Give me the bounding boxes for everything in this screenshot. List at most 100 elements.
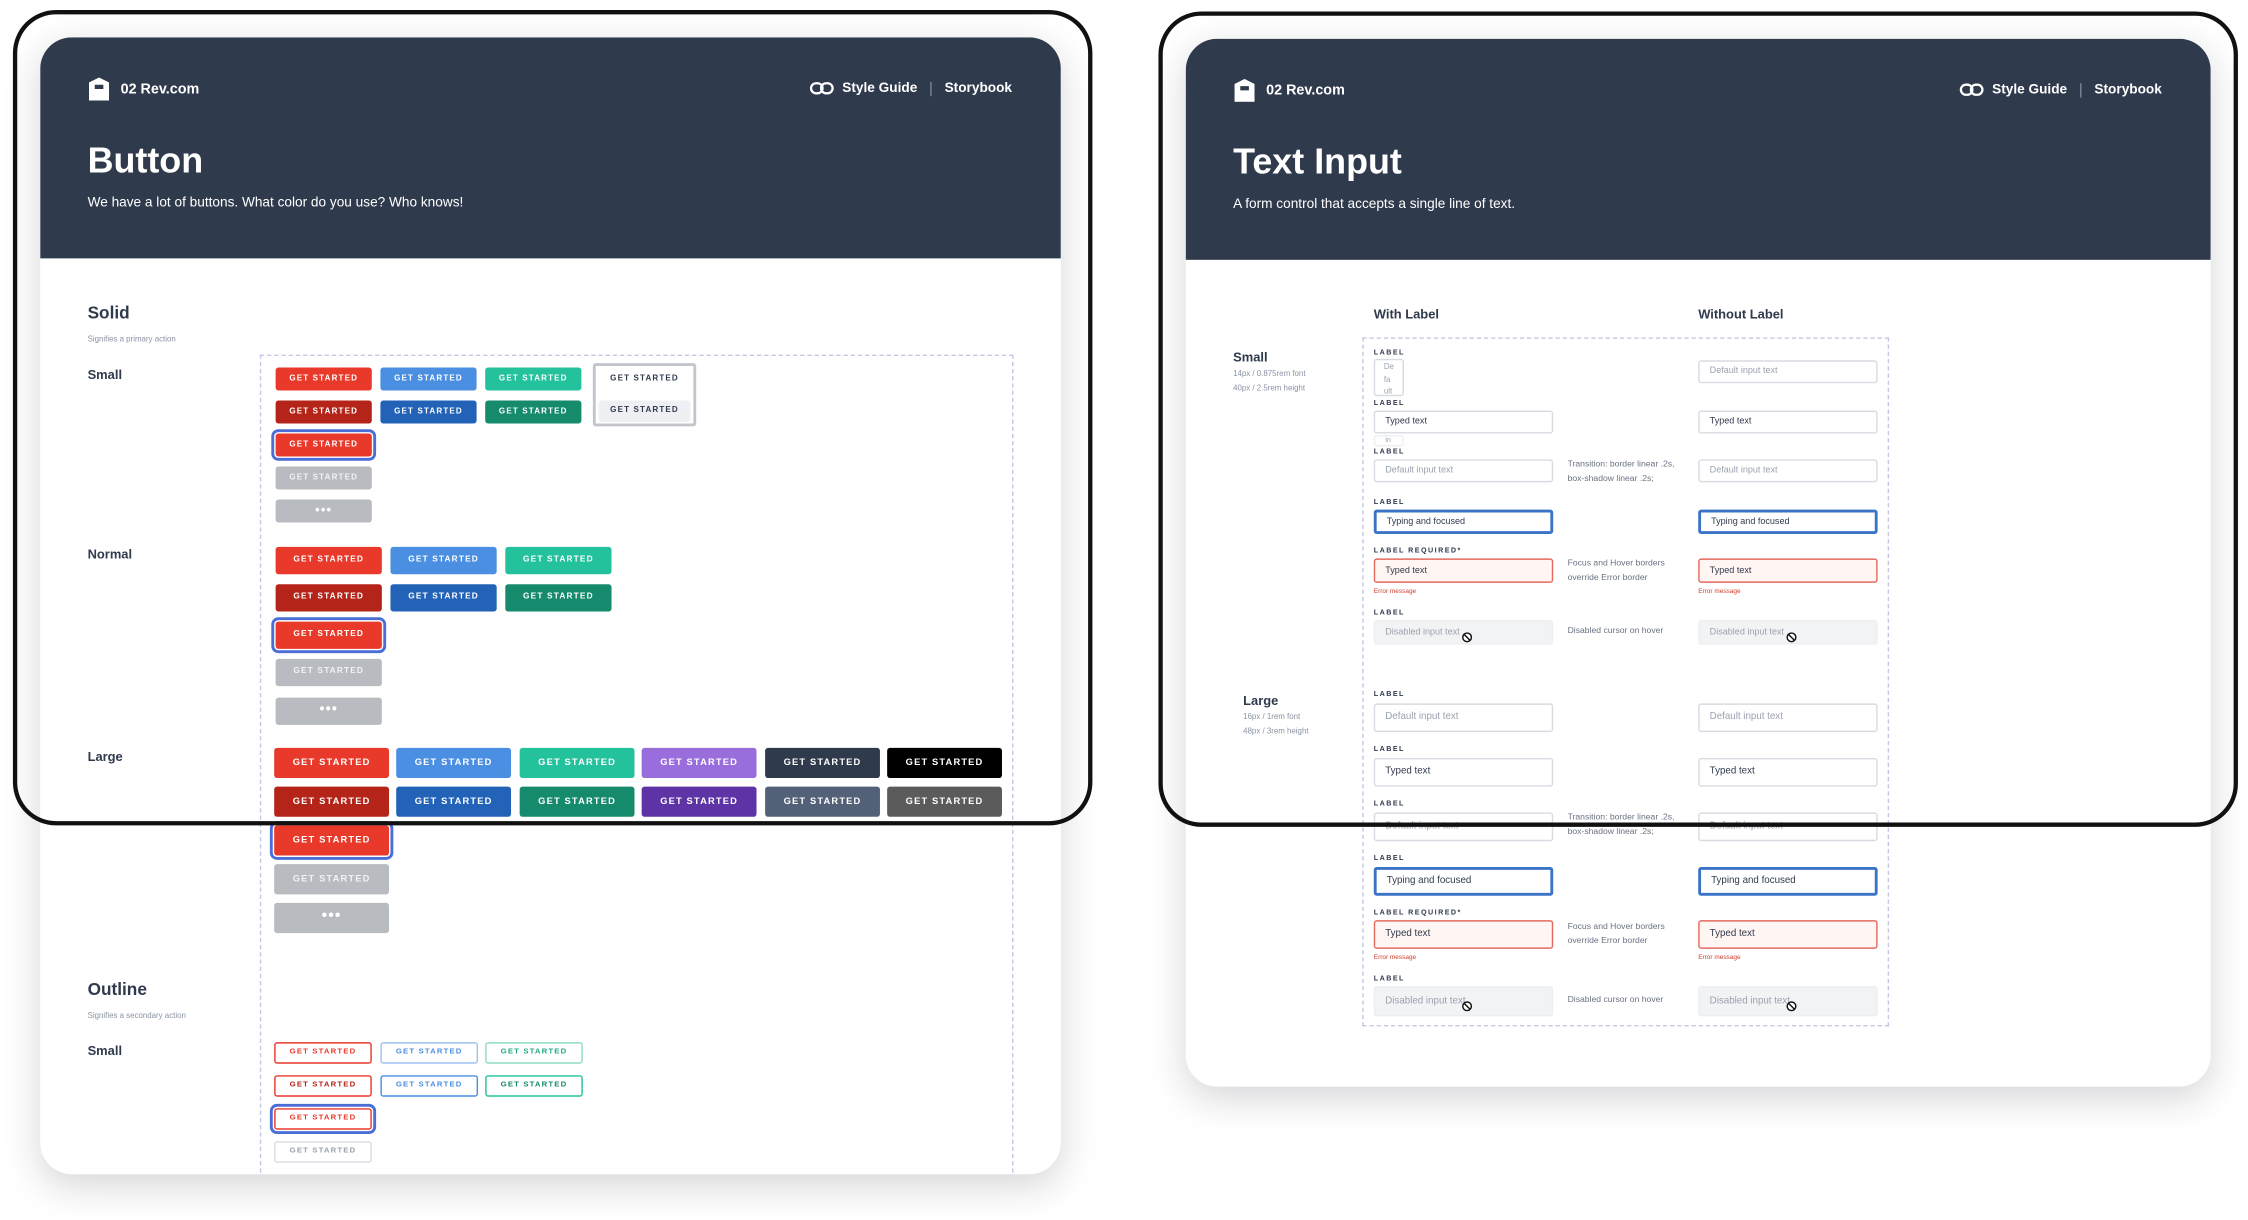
solid-large-navy-pressed-button[interactable]: GET STARTED xyxy=(765,786,880,817)
field-label: LABEL xyxy=(1373,690,1405,700)
large-spec-height: 48px / 3rem height xyxy=(1243,727,1309,737)
field-label: LABEL xyxy=(1373,854,1405,863)
small-focused-input[interactable]: Typing and focused xyxy=(1373,509,1554,535)
large-typed-input[interactable]: Typed text xyxy=(1373,757,1554,787)
nav-storybook[interactable]: Storybook xyxy=(945,80,1012,96)
narrow-default-input[interactable]: De fa ult xyxy=(1373,358,1404,397)
outline-small-disabled-button[interactable]: GET STARTED xyxy=(274,1141,372,1163)
outline-small-red-hover-button[interactable]: GET STARTED xyxy=(274,1075,372,1097)
solid-large-purple-pressed-button[interactable]: GET STARTED xyxy=(641,786,757,817)
large-focused-input[interactable]: Typing and focused xyxy=(1373,867,1554,896)
solid-normal-red-focused-button[interactable]: GET STARTED xyxy=(275,621,382,649)
field-label: LABEL xyxy=(1373,745,1405,754)
fragment: fa xyxy=(1383,375,1391,384)
solid-normal-teal-pressed-button[interactable]: GET STARTED xyxy=(505,584,612,612)
solid-large-red-button[interactable]: GET STARTED xyxy=(274,747,390,779)
focus-note: Focus and Hover borders override Error bo… xyxy=(1568,920,1665,949)
brand-name: 02 Rev.com xyxy=(120,81,200,97)
column-header-with-label: With Label xyxy=(1373,307,1439,322)
narrow-default-input-tail[interactable]: in xyxy=(1373,434,1404,447)
large-default-input-nolabel-2[interactable]: Default input text xyxy=(1698,812,1878,842)
solid-small-teal-button[interactable]: GET STARTED xyxy=(485,367,582,391)
header-nav: Style Guide Storybook xyxy=(1959,82,2162,98)
outline-small-red-focused-button[interactable]: GET STARTED xyxy=(274,1108,372,1130)
note-line: override Error border xyxy=(1567,937,1648,946)
nav-style-guide[interactable]: Style Guide xyxy=(842,80,917,96)
solid-large-teal-pressed-button[interactable]: GET STARTED xyxy=(519,786,635,817)
rev-logo-icon xyxy=(89,77,110,101)
brand-logo[interactable]: 02 Rev.com xyxy=(1234,78,1345,102)
solid-small-blue-button[interactable]: GET STARTED xyxy=(380,367,477,391)
solid-normal-teal-button[interactable]: GET STARTED xyxy=(505,546,612,575)
section-subtitle-outline: Signifies a secondary action xyxy=(87,1012,186,1021)
field-label: LABEL xyxy=(1373,974,1405,984)
solid-small-white-button[interactable]: GET STARTED xyxy=(598,368,691,391)
note-line: Transition: border linear .2s, xyxy=(1567,460,1675,470)
not-allowed-cursor-icon xyxy=(1786,632,1797,643)
brand-logo[interactable]: 02 Rev.com xyxy=(89,77,200,101)
field-label: LABEL xyxy=(1373,399,1405,408)
solid-small-loading-button[interactable]: ••• xyxy=(275,499,372,523)
solid-large-red-focused-button[interactable]: GET STARTED xyxy=(274,825,390,856)
solid-normal-red-button[interactable]: GET STARTED xyxy=(275,546,382,575)
small-focused-input-nolabel[interactable]: Typing and focused xyxy=(1698,509,1878,535)
outline-small-blue-button[interactable]: GET STARTED xyxy=(380,1042,479,1064)
field-label: LABEL xyxy=(1373,447,1405,457)
solid-large-disabled-button[interactable]: GET STARTED xyxy=(274,864,390,895)
solid-normal-disabled-button[interactable]: GET STARTED xyxy=(275,658,382,687)
nav-storybook[interactable]: Storybook xyxy=(2094,82,2161,98)
solid-small-red-pressed-button[interactable]: GET STARTED xyxy=(275,400,372,424)
field-label: LABEL xyxy=(1373,799,1405,809)
large-focused-input-nolabel[interactable]: Typing and focused xyxy=(1698,867,1878,896)
solid-large-red-pressed-button[interactable]: GET STARTED xyxy=(274,786,390,817)
large-default-input-nolabel[interactable]: Default input text xyxy=(1698,703,1878,733)
solid-large-black-button[interactable]: GET STARTED xyxy=(887,747,1002,779)
note-line: box-shadow linear .2s; xyxy=(1567,828,1654,837)
small-default-input[interactable]: Default input text xyxy=(1373,459,1554,483)
solid-normal-blue-button[interactable]: GET STARTED xyxy=(390,546,497,575)
large-default-input-2[interactable]: Default input text xyxy=(1373,812,1554,842)
page-subtitle: A form control that accepts a single lin… xyxy=(1233,196,1516,213)
outline-small-red-button[interactable]: GET STARTED xyxy=(274,1042,372,1064)
solid-large-blue-button[interactable]: GET STARTED xyxy=(396,747,512,779)
outline-small-teal-hover-button[interactable]: GET STARTED xyxy=(485,1075,583,1097)
field-label: LABEL xyxy=(1373,608,1405,618)
small-typed-input-nolabel[interactable]: Typed text xyxy=(1698,410,1878,434)
text-input-page-card: 02 Rev.com Style Guide Storybook Text In… xyxy=(1185,38,2211,1087)
small-error-input[interactable]: Typed text xyxy=(1373,558,1554,583)
solid-small-red-focused-button[interactable]: GET STARTED xyxy=(275,433,372,457)
solid-large-loading-button[interactable]: ••• xyxy=(274,902,390,934)
solid-normal-loading-button[interactable]: ••• xyxy=(275,697,382,725)
solid-small-disabled-button[interactable]: GET STARTED xyxy=(275,466,372,490)
outline-small-teal-button[interactable]: GET STARTED xyxy=(485,1042,583,1064)
large-typed-input-nolabel[interactable]: Typed text xyxy=(1698,757,1878,787)
solid-large-blue-pressed-button[interactable]: GET STARTED xyxy=(396,786,512,817)
solid-small-red-button[interactable]: GET STARTED xyxy=(275,367,372,391)
small-default-input-nolabel[interactable]: Default input text xyxy=(1698,360,1878,384)
small-spec-font: 14px / 0.875rem font xyxy=(1233,370,1306,379)
small-default-input-nolabel-2[interactable]: Default input text xyxy=(1698,459,1878,483)
solid-large-black-pressed-button[interactable]: GET STARTED xyxy=(887,786,1002,817)
large-default-input[interactable]: Default input text xyxy=(1373,703,1554,733)
large-error-input-nolabel[interactable]: Typed text xyxy=(1698,920,1878,949)
small-spec-height: 40px / 2.5rem height xyxy=(1233,384,1306,394)
outline-small-blue-hover-button[interactable]: GET STARTED xyxy=(380,1075,479,1097)
note-line: Transition: border linear .2s, xyxy=(1567,813,1675,823)
solid-small-blue-pressed-button[interactable]: GET STARTED xyxy=(380,400,477,424)
solid-large-navy-button[interactable]: GET STARTED xyxy=(765,747,880,779)
small-error-input-nolabel[interactable]: Typed text xyxy=(1698,558,1878,583)
solid-large-purple-button[interactable]: GET STARTED xyxy=(641,747,757,779)
nav-style-guide[interactable]: Style Guide xyxy=(1992,82,2067,98)
error-message: Error message xyxy=(1373,587,1417,595)
solid-small-teal-pressed-button[interactable]: GET STARTED xyxy=(485,400,582,424)
large-error-input[interactable]: Typed text xyxy=(1373,920,1554,949)
solid-normal-blue-pressed-button[interactable]: GET STARTED xyxy=(390,584,497,612)
solid-large-teal-button[interactable]: GET STARTED xyxy=(519,747,635,779)
transition-note: Transition: border linear .2s, box-shadow… xyxy=(1568,458,1675,487)
small-typed-input[interactable]: Typed text xyxy=(1373,410,1554,434)
solid-small-white-pressed-button[interactable]: GET STARTED xyxy=(598,400,691,423)
note-line: box-shadow linear .2s; xyxy=(1567,475,1654,484)
page-title: Button xyxy=(87,140,204,181)
size-label-small: Small xyxy=(87,367,123,382)
solid-normal-red-pressed-button[interactable]: GET STARTED xyxy=(275,584,382,612)
